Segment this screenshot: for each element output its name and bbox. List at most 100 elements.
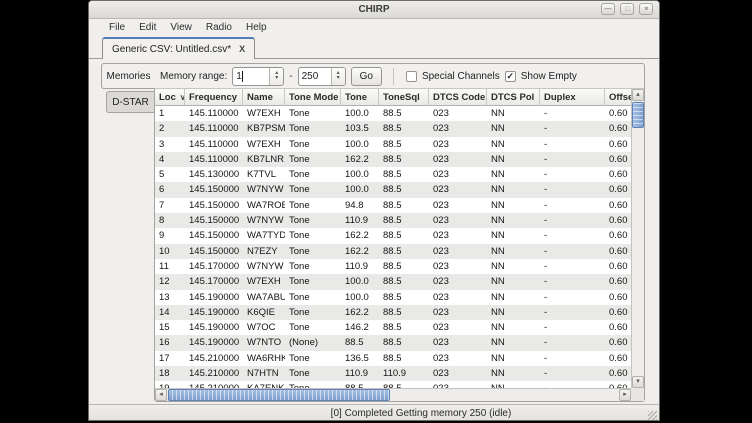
memory-cell[interactable]: 88.5 — [379, 198, 429, 213]
memory-cell[interactable]: W7EXH — [243, 274, 285, 289]
memory-cell[interactable]: 100.0 — [341, 182, 379, 197]
memory-cell[interactable]: 023 — [429, 244, 487, 259]
memory-cell[interactable]: 0.60 — [605, 167, 631, 182]
column-header-frequency[interactable]: Frequency — [185, 89, 243, 106]
memory-cell[interactable]: 0.60 — [605, 335, 631, 350]
memory-cell[interactable]: Tone — [285, 244, 341, 259]
memory-cell[interactable]: NN — [487, 228, 540, 243]
memory-cell[interactable]: 1 — [155, 106, 185, 121]
memory-cell[interactable]: KA7ENK — [243, 381, 285, 388]
memory-cell[interactable]: Tone — [285, 274, 341, 289]
memory-cell[interactable]: - — [540, 121, 605, 136]
memory-row[interactable]: 3145.110000W7EXHTone100.088.5023NN-0.60 — [155, 137, 631, 152]
horizontal-scrollbar-thumb[interactable] — [168, 389, 390, 401]
column-header-name[interactable]: Name — [243, 89, 285, 106]
memory-cell[interactable]: NN — [487, 381, 540, 388]
memory-cell[interactable]: Tone — [285, 351, 341, 366]
memory-cell[interactable]: 0.60 — [605, 351, 631, 366]
memory-cell[interactable]: NN — [487, 244, 540, 259]
menu-help[interactable]: Help — [240, 21, 273, 34]
memory-cell[interactable]: NN — [487, 305, 540, 320]
memory-cell[interactable]: 11 — [155, 259, 185, 274]
memory-cell[interactable]: 023 — [429, 305, 487, 320]
memory-cell[interactable]: 145.170000 — [185, 259, 243, 274]
memory-cell[interactable]: 162.2 — [341, 152, 379, 167]
memory-cell[interactable]: 17 — [155, 351, 185, 366]
memory-cell[interactable]: 88.5 — [379, 152, 429, 167]
memory-cell[interactable]: 023 — [429, 320, 487, 335]
memory-cell[interactable]: 19 — [155, 381, 185, 388]
memory-cell[interactable]: W7NTO — [243, 335, 285, 350]
memory-cell[interactable]: 18 — [155, 366, 185, 381]
memory-cell[interactable]: 023 — [429, 381, 487, 388]
memory-cell[interactable]: 88.5 — [379, 182, 429, 197]
memory-cell[interactable]: W7OC — [243, 320, 285, 335]
special-channels-checkbox[interactable]: Special Channels — [406, 71, 500, 82]
memory-cell[interactable]: 145.150000 — [185, 182, 243, 197]
memory-cell[interactable]: W7EXH — [243, 106, 285, 121]
memory-cell[interactable]: Tone — [285, 366, 341, 381]
menu-edit[interactable]: Edit — [133, 21, 162, 34]
memory-cell[interactable]: 145.150000 — [185, 228, 243, 243]
memory-cell[interactable]: 145.210000 — [185, 381, 243, 388]
memory-cell[interactable]: 0.60 — [605, 213, 631, 228]
memory-range-end-spinner[interactable]: ▴ ▾ — [331, 68, 345, 85]
memory-cell[interactable]: 0.60 — [605, 228, 631, 243]
memory-cell[interactable]: 15 — [155, 320, 185, 335]
memory-cell[interactable]: - — [540, 351, 605, 366]
memory-cell[interactable]: 136.5 — [341, 351, 379, 366]
memory-cell[interactable]: 88.5 — [379, 167, 429, 182]
memory-cell[interactable]: - — [540, 335, 605, 350]
memory-cell[interactable]: Tone — [285, 167, 341, 182]
memory-cell[interactable]: 145.150000 — [185, 213, 243, 228]
memory-cell[interactable]: NN — [487, 167, 540, 182]
memory-cell[interactable]: 88.5 — [379, 335, 429, 350]
memory-cell[interactable]: - — [540, 244, 605, 259]
scroll-right-icon[interactable]: ▸ — [619, 389, 631, 401]
close-button[interactable]: × — [639, 3, 653, 15]
memory-cell[interactable]: - — [540, 305, 605, 320]
memory-cell[interactable]: 88.5 — [379, 213, 429, 228]
memory-row[interactable]: 12145.170000W7EXHTone100.088.5023NN-0.60 — [155, 274, 631, 289]
memory-row[interactable]: 11145.170000W7NYWTone110.988.5023NN-0.60 — [155, 259, 631, 274]
memory-cell[interactable]: 0.60 — [605, 381, 631, 388]
memory-cell[interactable]: 0.60 — [605, 198, 631, 213]
memory-cell[interactable]: 2 — [155, 121, 185, 136]
column-header-loc[interactable]: Loc∨ — [155, 89, 185, 106]
memory-cell[interactable]: 110.9 — [341, 213, 379, 228]
memory-cell[interactable]: 88.5 — [379, 290, 429, 305]
memory-cell[interactable]: NN — [487, 320, 540, 335]
vertical-scrollbar-thumb[interactable] — [632, 102, 644, 128]
memory-row[interactable]: 9145.150000WA7TYDTone162.288.5023NN-0.60 — [155, 228, 631, 243]
memory-cell[interactable]: N7EZY — [243, 244, 285, 259]
side-tab-dstar[interactable]: D-STAR — [106, 91, 154, 113]
memory-cell[interactable]: 145.150000 — [185, 198, 243, 213]
memory-cell[interactable]: KB7PSM — [243, 121, 285, 136]
spin-down-icon[interactable]: ▾ — [275, 76, 278, 81]
memory-row[interactable]: 1145.110000W7EXHTone100.088.5023NN-0.60 — [155, 106, 631, 121]
memory-cell[interactable]: NN — [487, 335, 540, 350]
memory-cell[interactable]: 10 — [155, 244, 185, 259]
memory-cell[interactable]: 145.110000 — [185, 137, 243, 152]
menu-view[interactable]: View — [164, 21, 198, 34]
menu-file[interactable]: File — [103, 21, 131, 34]
memory-cell[interactable]: - — [540, 290, 605, 305]
memory-cell[interactable]: 4 — [155, 152, 185, 167]
memory-cell[interactable]: NN — [487, 290, 540, 305]
memory-cell[interactable]: - — [540, 152, 605, 167]
memory-cell[interactable]: 0.60 — [605, 366, 631, 381]
memory-cell[interactable]: 0.60 — [605, 290, 631, 305]
memory-cell[interactable]: 145.110000 — [185, 152, 243, 167]
memory-cell[interactable]: 88.5 — [379, 137, 429, 152]
memory-cell[interactable]: 13 — [155, 290, 185, 305]
memory-cell[interactable]: NN — [487, 198, 540, 213]
memory-row[interactable]: 5145.130000K7TVLTone100.088.5023NN-0.60 — [155, 167, 631, 182]
memory-cell[interactable]: Tone — [285, 182, 341, 197]
memory-cell[interactable]: 023 — [429, 152, 487, 167]
memory-cell[interactable]: (None) — [285, 335, 341, 350]
memory-cell[interactable]: 162.2 — [341, 228, 379, 243]
memory-cell[interactable]: W7NYW — [243, 213, 285, 228]
memory-cell[interactable]: 0.60 — [605, 244, 631, 259]
memory-cell[interactable]: NN — [487, 259, 540, 274]
memory-cell[interactable]: 5 — [155, 167, 185, 182]
